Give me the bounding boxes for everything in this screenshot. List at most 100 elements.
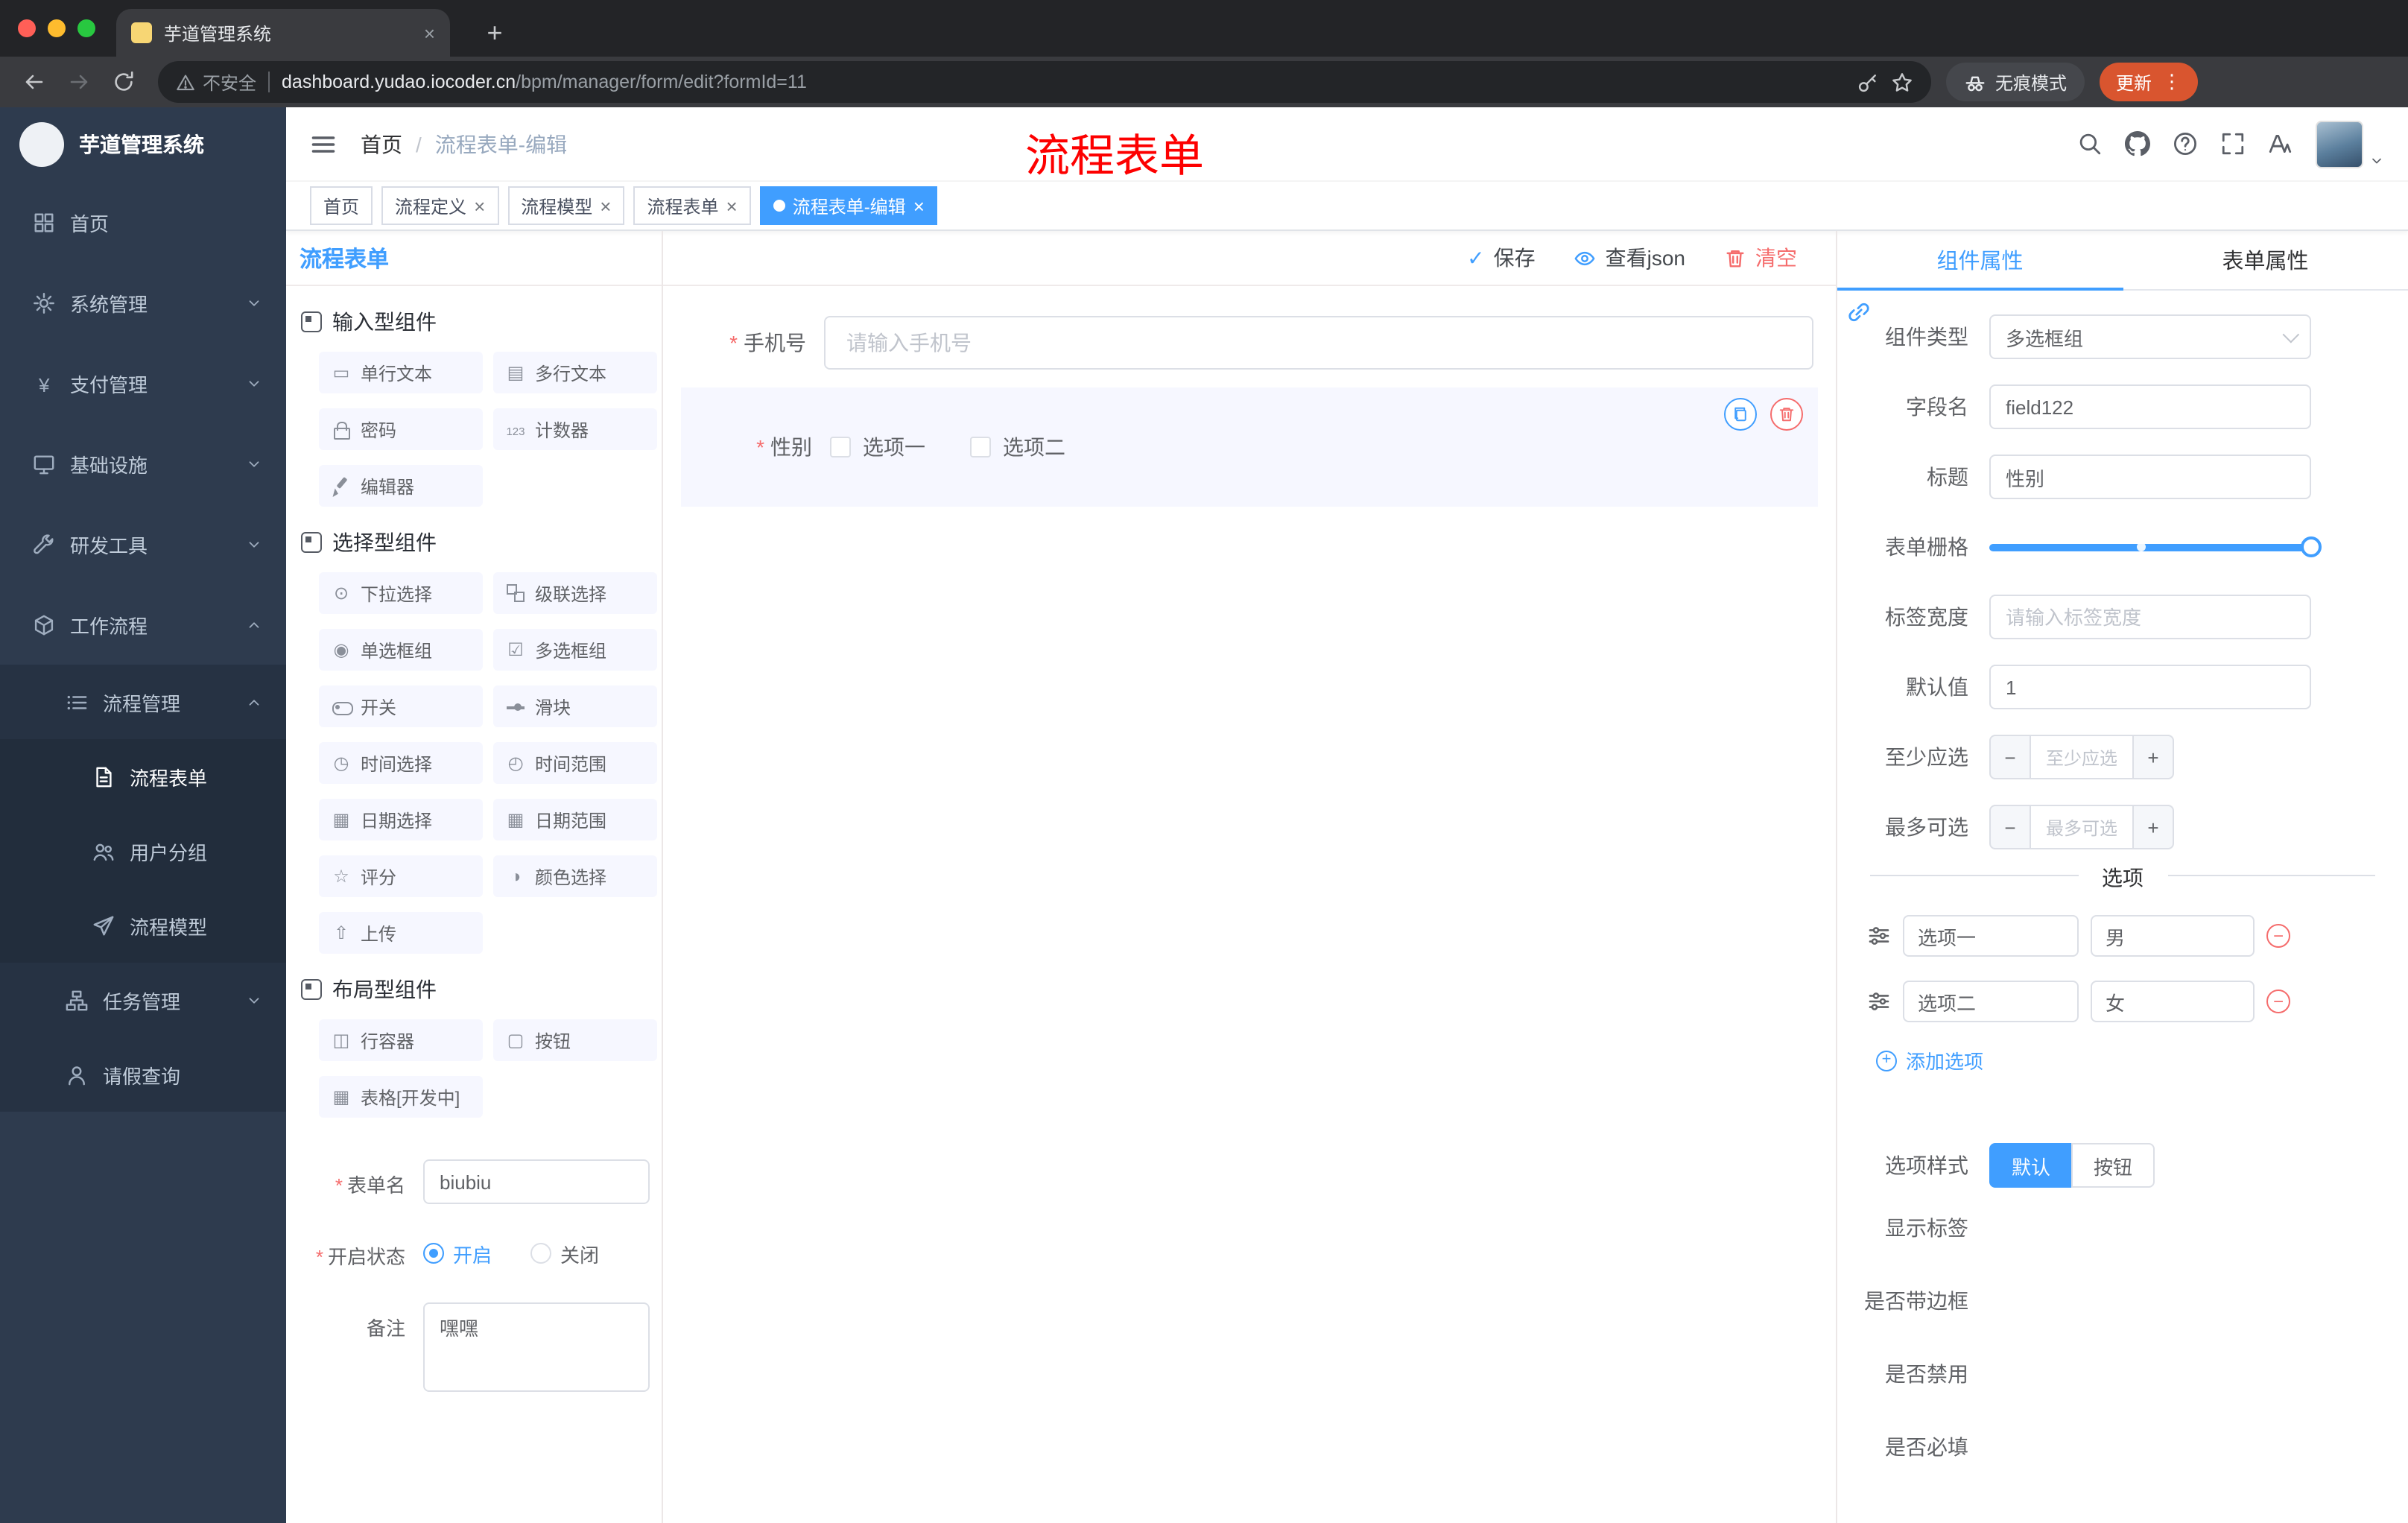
copy-component-button[interactable] <box>1724 398 1757 431</box>
close-icon[interactable]: × <box>600 196 611 215</box>
view-json-button[interactable]: 查看json <box>1574 243 1685 273</box>
slider-track[interactable] <box>1989 536 2322 557</box>
sidebar-item-leave-query[interactable]: 请假查询 <box>0 1037 286 1112</box>
drag-handle-icon[interactable] <box>1867 990 1891 1013</box>
add-option-button[interactable]: + 添加选项 <box>1876 1046 2408 1074</box>
browser-update-button[interactable]: 更新 ⋮ <box>2100 63 2199 101</box>
tab-form-props[interactable]: 表单属性 <box>2123 231 2408 289</box>
increase-button[interactable]: + <box>2132 735 2174 779</box>
form-remark-input[interactable]: 嘿嘿 <box>423 1302 650 1392</box>
hamburger-icon[interactable] <box>310 130 337 157</box>
palette-item-upload[interactable]: 上传 <box>319 912 483 954</box>
tag-process-model[interactable]: 流程模型 × <box>507 186 625 225</box>
sidebar-item-task-mgmt[interactable]: 任务管理 <box>0 963 286 1037</box>
palette-item-button[interactable]: 按钮 <box>493 1019 657 1061</box>
decrease-button[interactable]: − <box>1989 805 2031 849</box>
option-2-value-input[interactable] <box>2091 981 2255 1022</box>
sidebar-item-home[interactable]: 首页 <box>0 182 286 262</box>
min-stepper-value[interactable]: 至少应选 <box>2031 735 2132 779</box>
palette-item-date-range[interactable]: 日期范围 <box>493 799 657 840</box>
grid-slider[interactable] <box>1989 525 2322 569</box>
window-minimize-button[interactable] <box>48 19 66 37</box>
security-warning[interactable]: 不安全 <box>176 69 256 95</box>
field-name-input[interactable] <box>1989 384 2311 429</box>
option-1-value-input[interactable] <box>2091 915 2255 957</box>
slider-handle[interactable] <box>2301 536 2322 557</box>
palette-item-counter[interactable]: 计数器 <box>493 408 657 450</box>
breadcrumb-home[interactable]: 首页 <box>361 129 402 159</box>
tab-component-props[interactable]: 组件属性 <box>1837 231 2123 291</box>
sidebar-item-workflow[interactable]: 工作流程 <box>0 584 286 665</box>
browser-tab[interactable]: 芋道管理系统 × <box>116 9 450 57</box>
palette-item-time[interactable]: 时间选择 <box>319 742 483 784</box>
palette-item-editor[interactable]: 编辑器 <box>319 465 483 507</box>
sidebar-item-payment[interactable]: ¥ 支付管理 <box>0 343 286 423</box>
increase-button[interactable]: + <box>2132 805 2174 849</box>
palette-item-password[interactable]: 密码 <box>319 408 483 450</box>
style-default-button[interactable]: 默认 <box>1989 1143 2072 1188</box>
sidebar-item-process-form[interactable]: 流程表单 <box>0 739 286 814</box>
sidebar-item-process-mgmt[interactable]: 流程管理 <box>0 665 286 739</box>
palette-item-cascader[interactable]: 级联选择 <box>493 572 657 614</box>
max-stepper-value[interactable]: 最多可选 <box>2031 805 2132 849</box>
github-icon[interactable] <box>2125 131 2150 156</box>
browser-menu-icon[interactable]: ⋮ <box>2162 70 2182 94</box>
palette-item-color[interactable]: 颜色选择 <box>493 855 657 897</box>
remove-option-button[interactable]: − <box>2266 924 2290 948</box>
palette-item-slider[interactable]: 滑块 <box>493 685 657 727</box>
title-input[interactable] <box>1989 455 2311 499</box>
tag-process-form[interactable]: 流程表单 × <box>633 186 751 225</box>
tag-process-form-edit[interactable]: 流程表单-编辑 × <box>759 186 938 225</box>
palette-item-row[interactable]: 行容器 <box>319 1019 483 1061</box>
back-button[interactable] <box>15 63 54 101</box>
palette-item-rate[interactable]: 评分 <box>319 855 483 897</box>
gender-option-2[interactable]: 选项二 <box>970 432 1065 462</box>
label-width-input[interactable] <box>1989 595 2311 639</box>
sidebar-item-process-model[interactable]: 流程模型 <box>0 888 286 963</box>
style-button-button[interactable]: 按钮 <box>2071 1143 2155 1188</box>
password-key-icon[interactable] <box>1857 71 1879 93</box>
save-button[interactable]: ✓ 保存 <box>1467 243 1535 273</box>
help-icon[interactable] <box>2173 131 2198 156</box>
sidebar-item-infra[interactable]: 基础设施 <box>0 423 286 504</box>
remove-option-button[interactable]: − <box>2266 990 2290 1013</box>
user-menu[interactable] <box>2316 120 2384 168</box>
option-1-label-input[interactable] <box>1903 915 2079 957</box>
font-size-icon[interactable] <box>2268 131 2293 156</box>
close-icon[interactable]: × <box>726 196 738 215</box>
checkbox[interactable] <box>830 437 851 457</box>
close-icon[interactable]: × <box>913 196 925 215</box>
checkbox[interactable] <box>970 437 991 457</box>
delete-component-button[interactable] <box>1770 398 1803 431</box>
window-zoom-button[interactable] <box>77 19 95 37</box>
new-tab-button[interactable]: + <box>474 12 516 54</box>
palette-item-textarea[interactable]: 多行文本 <box>493 352 657 393</box>
palette-item-switch[interactable]: 开关 <box>319 685 483 727</box>
sidebar-item-user-group[interactable]: 用户分组 <box>0 814 286 888</box>
component-type-select[interactable]: 多选框组 <box>1989 314 2311 359</box>
forward-button[interactable] <box>60 63 98 101</box>
sidebar-item-system[interactable]: 系统管理 <box>0 262 286 343</box>
bookmark-star-icon[interactable] <box>1891 71 1913 93</box>
status-on-radio[interactable]: 开启 <box>423 1239 492 1267</box>
phone-input[interactable] <box>824 316 1813 370</box>
palette-item-date[interactable]: 日期选择 <box>319 799 483 840</box>
gender-option-1[interactable]: 选项一 <box>830 432 925 462</box>
option-2-label-input[interactable] <box>1903 981 2079 1022</box>
palette-item-time-range[interactable]: 时间范围 <box>493 742 657 784</box>
form-name-input[interactable] <box>423 1159 650 1204</box>
phone-field-row[interactable]: * 手机号 <box>663 316 1836 370</box>
default-value-input[interactable] <box>1989 665 2311 709</box>
avatar[interactable] <box>2316 120 2363 168</box>
search-icon[interactable] <box>2077 131 2103 156</box>
fullscreen-icon[interactable] <box>2220 131 2246 156</box>
palette-item-checkbox-group[interactable]: 多选框组 <box>493 629 657 671</box>
tag-home[interactable]: 首页 <box>310 186 373 225</box>
status-off-radio[interactable]: 关闭 <box>530 1239 599 1267</box>
tab-close-icon[interactable]: × <box>424 22 435 44</box>
clear-button[interactable]: 清空 <box>1724 243 1797 273</box>
decrease-button[interactable]: − <box>1989 735 2031 779</box>
palette-item-select[interactable]: 下拉选择 <box>319 572 483 614</box>
link-icon[interactable] <box>1846 300 1872 325</box>
window-close-button[interactable] <box>18 19 36 37</box>
